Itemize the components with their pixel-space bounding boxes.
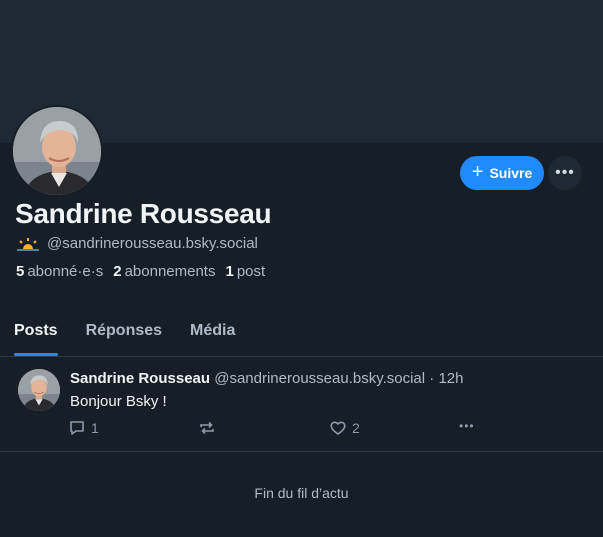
profile-avatar[interactable] [11, 105, 103, 197]
profile-display-name: Sandrine Rousseau [15, 198, 272, 229]
feed-post[interactable]: Sandrine Rousseau @sandrinerousseau.bsky… [0, 357, 603, 452]
post-header: Sandrine Rousseau @sandrinerousseau.bsky… [70, 370, 463, 387]
post-more-button[interactable]: ••• [459, 419, 475, 433]
reply-count: 1 [91, 420, 99, 436]
tab-replies[interactable]: Réponses [86, 310, 162, 356]
post-timestamp[interactable]: 12h [438, 370, 463, 387]
sunrise-emoji-icon [17, 237, 39, 251]
post-text: Bonjour Bsky ! [70, 393, 167, 410]
plus-icon: + [471, 161, 484, 183]
repost-icon [200, 421, 214, 435]
post-separator: · [429, 370, 435, 387]
posts-stat: 1 post [225, 263, 266, 280]
avatar-image [18, 369, 60, 411]
more-horizontal-icon: ••• [555, 164, 575, 181]
feed-end-message: Fin du fil d’actu [254, 485, 349, 501]
reply-icon [70, 421, 84, 435]
post-author-handle[interactable]: @sandrinerousseau.bsky.social [214, 370, 425, 387]
tab-posts[interactable]: Posts [14, 310, 58, 356]
follow-button[interactable]: + Suivre [460, 156, 544, 190]
profile-handle-row: @sandrinerousseau.bsky.social [17, 235, 258, 252]
avatar-image [13, 107, 101, 195]
like-button[interactable]: 2 [329, 419, 360, 437]
post-actions: 1 2 ••• [68, 419, 488, 439]
repost-button[interactable] [198, 419, 216, 437]
profile-handle: @sandrinerousseau.bsky.social [47, 235, 258, 252]
reply-button[interactable]: 1 [68, 419, 99, 437]
profile-stats: 5 abonné·e·s 2 abonnements 1 post [16, 263, 265, 280]
like-count: 2 [352, 420, 360, 436]
more-options-button[interactable]: ••• [548, 156, 582, 190]
follow-label: Suivre [489, 165, 533, 181]
post-author-name[interactable]: Sandrine Rousseau [70, 370, 210, 387]
post-author-avatar[interactable] [18, 369, 60, 411]
following-stat[interactable]: 2 abonnements [113, 263, 215, 280]
profile-tabs: Posts Réponses Média [0, 310, 603, 357]
more-horizontal-icon: ••• [459, 419, 475, 433]
followers-stat[interactable]: 5 abonné·e·s [16, 263, 103, 280]
tab-media[interactable]: Média [190, 310, 235, 356]
heart-icon [330, 421, 346, 435]
